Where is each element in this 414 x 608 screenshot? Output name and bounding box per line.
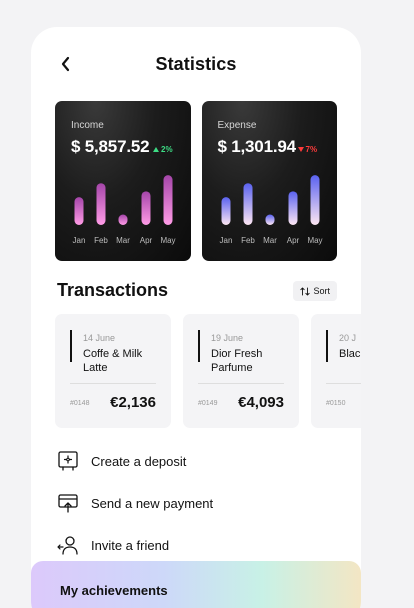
expense-card[interactable]: Expense $ 1,301.94 7% Jan Feb Mar Apr May bbox=[201, 101, 337, 261]
sort-button[interactable]: Sort bbox=[293, 281, 337, 301]
achievements-banner[interactable]: My achievements bbox=[31, 561, 361, 608]
sort-label: Sort bbox=[313, 286, 330, 296]
chart-bar-may bbox=[163, 175, 173, 225]
transaction-name: Dior Fresh Parfume bbox=[211, 348, 263, 374]
transaction-date: 19 June bbox=[211, 333, 244, 343]
transaction-card[interactable]: 14 June Coffe & Milk Latte #0148 €2,136 bbox=[55, 314, 171, 428]
sort-icon bbox=[300, 287, 311, 295]
divider bbox=[326, 383, 361, 384]
send-payment-label: Send a new payment bbox=[91, 495, 214, 511]
invite-friend-icon bbox=[57, 536, 78, 555]
expense-chart: Jan Feb Mar Apr May bbox=[219, 175, 322, 245]
transaction-card[interactable]: 20 J Blac and #0150 bbox=[311, 314, 361, 428]
divider bbox=[70, 383, 156, 384]
header: Statistics bbox=[31, 49, 361, 79]
chart-month-label: Feb bbox=[94, 236, 108, 245]
invite-friend-label: Invite a friend bbox=[91, 537, 170, 553]
quick-actions: Create a deposit Send a new payment Invi… bbox=[57, 441, 337, 567]
transactions-list: 14 June Coffe & Milk Latte #0148 €2,136 … bbox=[55, 314, 361, 428]
transaction-id: #0149 bbox=[198, 400, 218, 407]
chart-bar-feb bbox=[96, 183, 106, 225]
achievements-label: My achievements bbox=[60, 583, 168, 598]
transaction-name: Blac and bbox=[339, 348, 361, 360]
chart-bar-apr bbox=[288, 191, 297, 225]
transaction-accent-bar bbox=[198, 330, 200, 362]
chart-bar-may bbox=[310, 175, 319, 225]
phone-screen: Statistics Income $ 5,857.52 2% Jan Feb Ma… bbox=[31, 27, 361, 608]
chart-bar-feb bbox=[243, 183, 252, 225]
chart-month-label: Mar bbox=[263, 236, 277, 245]
income-card[interactable]: Income $ 5,857.52 2% Jan Feb Mar Apr May bbox=[55, 101, 191, 261]
transaction-date: 14 June bbox=[83, 333, 116, 343]
chart-bar-apr bbox=[141, 191, 151, 225]
create-deposit-action[interactable]: Create a deposit bbox=[57, 441, 337, 481]
chart-bar-jan bbox=[74, 197, 84, 225]
transaction-accent-bar bbox=[70, 330, 72, 362]
transaction-amount: €2,136 bbox=[110, 394, 156, 411]
page-title: Statistics bbox=[155, 54, 237, 74]
chart-month-label: May bbox=[160, 236, 175, 245]
deposit-icon bbox=[58, 451, 78, 471]
stat-cards: Income $ 5,857.52 2% Jan Feb Mar Apr May Exp… bbox=[55, 101, 337, 261]
transaction-amount: €4,093 bbox=[238, 394, 284, 411]
chart-month-label: Apr bbox=[140, 236, 153, 245]
chart-month-label: May bbox=[307, 236, 322, 245]
transaction-name: Coffe & Milk Latte bbox=[83, 348, 143, 374]
chart-month-label: Apr bbox=[286, 236, 299, 245]
chart-month-label: Mar bbox=[116, 236, 130, 245]
chart-bar-jan bbox=[221, 197, 230, 225]
chart-month-label: Jan bbox=[219, 236, 232, 245]
transaction-card[interactable]: 19 June Dior Fresh Parfume #0149 €4,093 bbox=[183, 314, 299, 428]
transaction-id: #0150 bbox=[326, 400, 346, 407]
divider bbox=[198, 383, 284, 384]
transaction-accent-bar bbox=[326, 330, 328, 362]
transaction-id: #0148 bbox=[70, 400, 90, 407]
invite-friend-action[interactable]: Invite a friend bbox=[57, 525, 337, 565]
chart-bar-mar bbox=[265, 214, 274, 225]
send-payment-action[interactable]: Send a new payment bbox=[57, 483, 337, 523]
transactions-header: Transactions Sort bbox=[57, 278, 337, 304]
chart-bar-mar bbox=[118, 214, 128, 225]
income-chart: Jan Feb Mar Apr May bbox=[73, 175, 176, 245]
chart-month-label: Feb bbox=[241, 236, 255, 245]
transactions-title: Transactions bbox=[57, 280, 169, 300]
create-deposit-label: Create a deposit bbox=[91, 453, 187, 469]
transaction-date: 20 J bbox=[339, 333, 357, 343]
chart-month-label: Jan bbox=[73, 236, 86, 245]
payment-icon bbox=[58, 494, 78, 513]
